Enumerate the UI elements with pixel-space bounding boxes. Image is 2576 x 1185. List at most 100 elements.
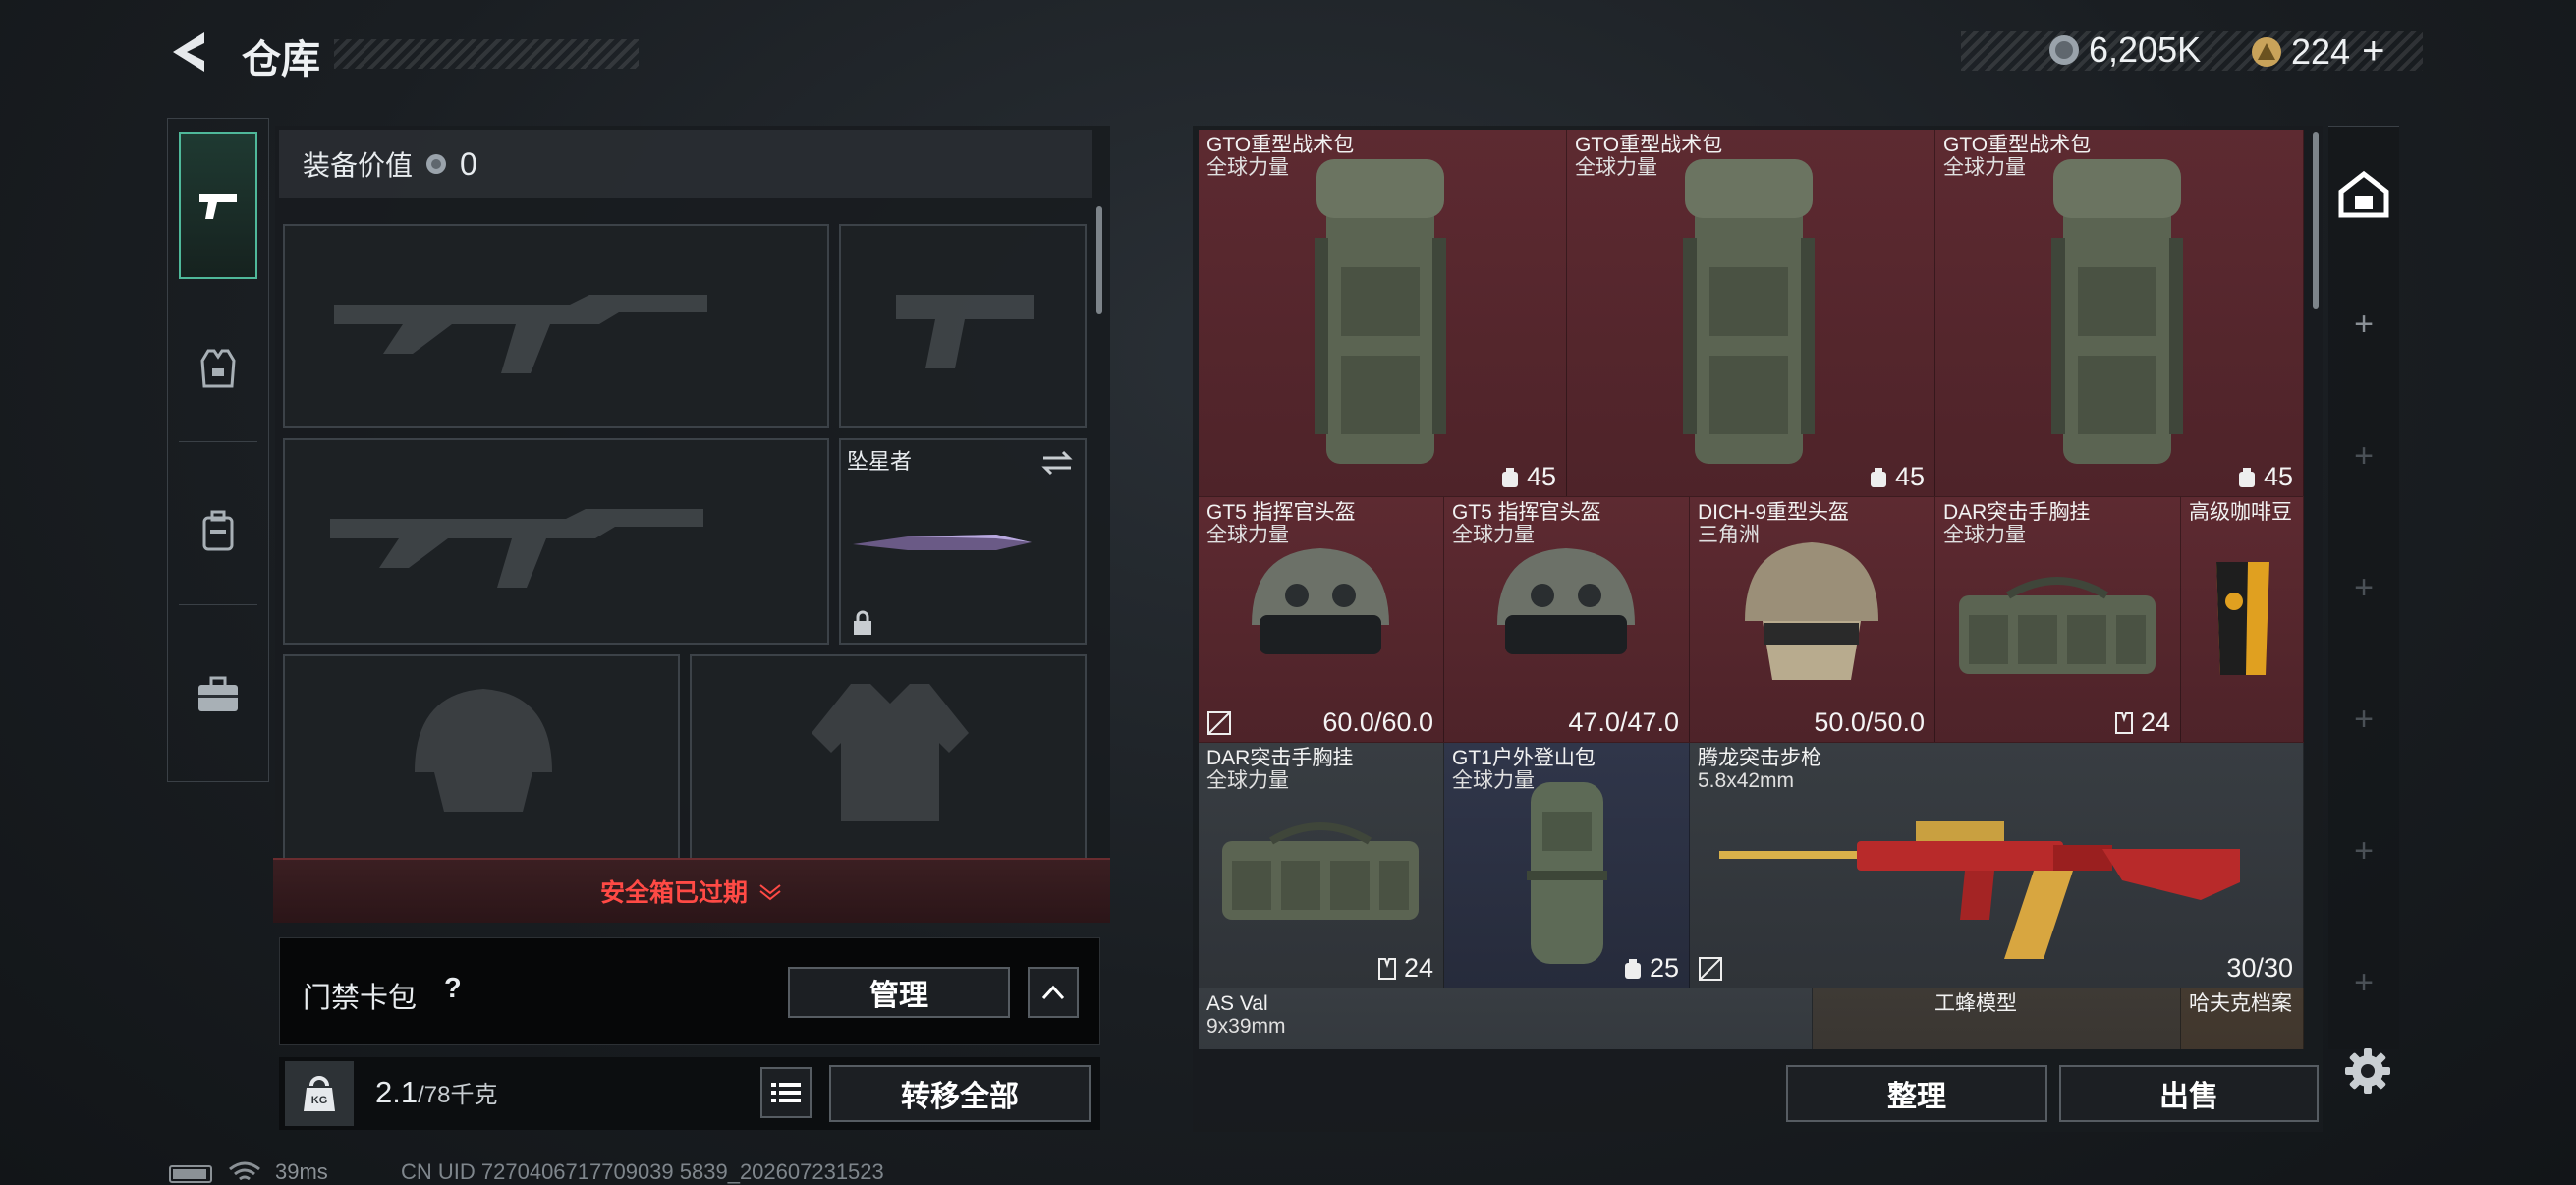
item-card[interactable]: GT5 指挥官头盔 全球力量 60.0/60.0	[1199, 497, 1444, 743]
kettlebell-icon	[304, 1076, 335, 1111]
backpack-image	[2051, 159, 2183, 464]
add-stash-tab-button[interactable]: +	[2338, 299, 2389, 350]
backpack-capacity-icon	[1501, 467, 1518, 487]
knife-icon	[853, 535, 1032, 550]
item-card[interactable]: DAR突击手胸挂 全球力量 24	[1935, 497, 2181, 743]
primary-weapon-slot[interactable]	[283, 224, 829, 428]
back-button[interactable]	[165, 28, 214, 77]
helmet-silhouette-icon	[415, 689, 552, 812]
rifle-silhouette-icon	[334, 295, 707, 373]
list-view-button[interactable]	[760, 1067, 812, 1118]
collapse-card-pack-button[interactable]	[1028, 967, 1079, 1018]
item-caliber: 5.8x42mm	[1698, 769, 1795, 792]
backpack-capacity-icon	[1870, 467, 1886, 487]
item-card[interactable]: GT5 指挥官头盔 全球力量 47.0/47.0	[1444, 497, 1690, 743]
nav-weapons[interactable]	[179, 132, 257, 279]
swap-icon[interactable]	[1039, 448, 1075, 478]
item-value: 24	[2140, 707, 2170, 737]
item-card[interactable]: 工蜂模型	[1813, 988, 2181, 1049]
silver-coin-icon	[2049, 35, 2079, 65]
pistol-icon	[199, 194, 237, 219]
item-faction: 全球力量	[1575, 156, 1657, 179]
item-durability: 50.0/50.0	[1814, 707, 1925, 737]
weight-icon: KG	[285, 1061, 354, 1126]
item-faction: 全球力量	[1943, 156, 2026, 179]
item-name: DAR突击手胸挂	[1943, 501, 2091, 524]
item-card[interactable]: 哈夫克档案	[2181, 988, 2304, 1049]
weight-max: /78千克	[418, 1082, 498, 1108]
helmet-image	[1745, 542, 1878, 680]
item-faction: 全球力量	[1206, 769, 1289, 792]
nav-case[interactable]	[179, 621, 257, 768]
add-stash-tab-button[interactable]: +	[2338, 562, 2389, 613]
backpack-capacity-icon	[1624, 958, 1641, 979]
helmet-slot[interactable]	[283, 654, 680, 861]
chest-rig-image	[1959, 577, 2156, 674]
add-stash-tab-button[interactable]: +	[2338, 430, 2389, 481]
item-name: GT5 指挥官头盔	[1452, 501, 1601, 524]
storage-scrollbar[interactable]	[2313, 132, 2319, 309]
rifle-silhouette-icon	[330, 509, 703, 588]
stash-tab-main[interactable]	[2334, 165, 2393, 224]
backpack-image	[1527, 782, 1607, 964]
item-card[interactable]: GT1户外登山包 全球力量 25	[1444, 743, 1690, 988]
item-value: 45	[2263, 462, 2293, 491]
gold-currency[interactable]: 224 +	[2250, 29, 2384, 74]
armor-vest-icon	[200, 349, 236, 387]
wifi-icon	[229, 1161, 260, 1181]
ping-readout: 39ms	[275, 1159, 328, 1184]
list-icon	[771, 1083, 801, 1102]
chest-rig-image	[1222, 822, 1419, 920]
manage-button[interactable]: 管理	[788, 967, 1010, 1018]
coffee-bag-image	[2216, 562, 2269, 675]
chest-rig-capacity-icon	[1377, 957, 1396, 980]
item-card[interactable]: GTO重型战术包 全球力量 45	[1935, 130, 2304, 497]
weight-readout: 2.1/78千克	[375, 1075, 497, 1110]
weight-current: 2.1	[375, 1075, 419, 1109]
item-durability: 60.0/60.0	[1322, 707, 1433, 737]
equipment-scrollbar[interactable]	[1096, 206, 1102, 314]
item-value: 45	[1894, 462, 1925, 491]
nav-backpack[interactable]	[179, 458, 257, 605]
item-faction: 全球力量	[1206, 156, 1289, 179]
rifle-image	[1719, 821, 2240, 959]
gold-currency-amount: 224	[2291, 30, 2351, 72]
add-currency-button[interactable]: +	[2362, 29, 2384, 74]
weight-unit-badge: KG	[310, 1095, 328, 1106]
item-card[interactable]: GTO重型战术包 全球力量 45	[1199, 130, 1567, 497]
item-card[interactable]: GTO重型战术包 全球力量 45	[1567, 130, 1935, 497]
melee-slot[interactable]: 坠星者	[839, 438, 1087, 645]
item-caliber: 9x39mm	[1206, 1015, 1286, 1038]
item-card[interactable]: 腾龙突击步枪 5.8x42mm 30/30	[1690, 743, 2304, 988]
broken-durability-icon	[1699, 957, 1722, 981]
nav-armor[interactable]	[179, 295, 257, 442]
transfer-all-button[interactable]: 转移全部	[829, 1065, 1091, 1122]
add-stash-tab-button[interactable]: +	[2338, 957, 2389, 1008]
stash-icon	[2338, 170, 2389, 218]
pistol-slot[interactable]	[839, 224, 1087, 428]
storage-grid: GTO重型战术包 全球力量 45 GTO重型战术包 全球力量 45 GTO重型战…	[1199, 130, 2304, 1049]
sell-button[interactable]: 出售	[2059, 1065, 2319, 1122]
helmet-image	[1252, 548, 1389, 654]
item-card[interactable]: DICH-9重型头盔 三角洲 50.0/50.0	[1690, 497, 1935, 743]
settings-button[interactable]	[2340, 1044, 2395, 1099]
item-name: 工蜂模型	[1934, 992, 2017, 1015]
add-stash-tab-button[interactable]: +	[2338, 825, 2389, 876]
pistol-silhouette-icon	[896, 295, 1034, 368]
item-card[interactable]: DAR突击手胸挂 全球力量 24	[1199, 743, 1444, 988]
equip-value-amount: 0	[460, 145, 477, 182]
page-title: 仓库	[242, 38, 320, 82]
add-stash-tab-button[interactable]: +	[2338, 694, 2389, 745]
item-durability: 47.0/47.0	[1568, 707, 1679, 737]
sort-button[interactable]: 整理	[1786, 1065, 2047, 1122]
lock-icon	[854, 610, 871, 635]
safebox-expired-banner[interactable]: 安全箱已过期	[273, 858, 1110, 923]
secondary-weapon-slot[interactable]	[283, 438, 829, 645]
gold-coin-icon	[2252, 36, 2281, 67]
armor-slot[interactable]	[690, 654, 1087, 861]
item-card[interactable]: AS Val 9x39mm	[1199, 988, 1813, 1049]
helmet-image	[1497, 548, 1635, 654]
title-decor-stripe	[334, 39, 639, 69]
card-pack-help-icon[interactable]: ?	[444, 973, 462, 1005]
item-card[interactable]: 高级咖啡豆	[2181, 497, 2304, 743]
